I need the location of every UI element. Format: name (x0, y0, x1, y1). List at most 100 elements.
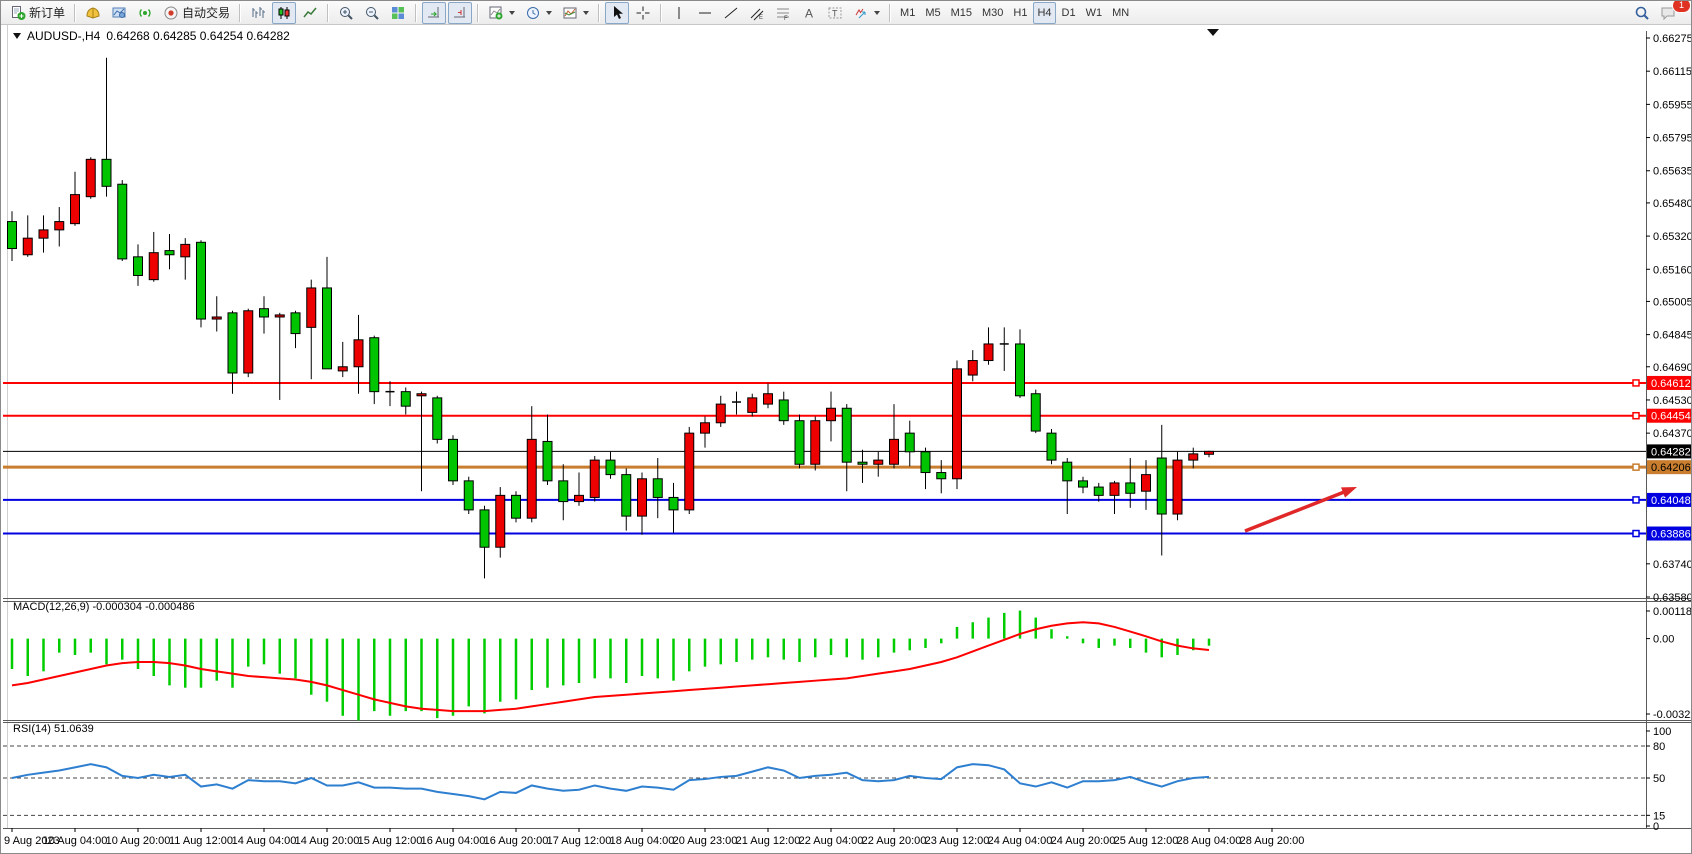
signals-button[interactable] (133, 2, 157, 24)
time-axis-label[interactable]: 10 Aug 20:00 (106, 835, 171, 847)
time-axis-label[interactable]: 15 Aug 12:00 (358, 835, 423, 847)
price-axis-label: 0.65320 (1653, 231, 1692, 243)
time-axis-label[interactable]: 14 Aug 04:00 (232, 835, 297, 847)
candle-body (937, 473, 946, 479)
indicators-button[interactable] (484, 2, 519, 24)
channel-icon: E (749, 5, 765, 21)
toolbar-group: 新订单 (5, 2, 70, 24)
line-chart-button[interactable] (298, 2, 322, 24)
candle-body (653, 479, 662, 498)
price-badge-label: 0.64454 (1651, 411, 1691, 423)
candle-body (795, 421, 804, 465)
horizontal-line-button[interactable] (693, 2, 717, 24)
svg-text:F: F (784, 16, 788, 21)
candle-body (165, 251, 174, 255)
auto-scroll-button[interactable] (422, 2, 446, 24)
rsi-axis-label: 0 (1653, 821, 1659, 833)
time-axis-label[interactable]: 22 Aug 04:00 (799, 835, 864, 847)
candle-body (1063, 462, 1072, 481)
text-icon: A (801, 5, 817, 21)
cursor-button[interactable] (605, 2, 629, 24)
candlestick-chart-button[interactable] (272, 2, 296, 24)
time-axis-label[interactable]: 18 Aug 04:00 (610, 835, 675, 847)
profiles-button[interactable] (107, 2, 131, 24)
macd-axis-label: 0.001181 (1653, 606, 1692, 618)
timeframe-m5[interactable]: M5 (921, 2, 944, 24)
toolbar-group: E F AT (666, 2, 885, 24)
time-axis-label[interactable]: 10 Aug 04:00 (43, 835, 108, 847)
vline-icon (671, 5, 687, 21)
toolbar-separator (660, 4, 662, 22)
candle-body (1094, 487, 1103, 495)
chart-dropdown-icon[interactable] (13, 33, 21, 39)
candle-body (181, 244, 190, 256)
chevron-down-icon (874, 11, 880, 15)
time-axis-label[interactable]: 24 Aug 20:00 (1051, 835, 1116, 847)
candle-body (968, 361, 977, 376)
candle-body (39, 230, 48, 238)
chart-shift-button[interactable] (448, 2, 472, 24)
time-axis-label[interactable]: 11 Aug 12:00 (169, 835, 233, 847)
timeframe-m30[interactable]: M30 (978, 2, 1007, 24)
timeframe-d1[interactable]: D1 (1058, 2, 1080, 24)
autotrading-button[interactable]: 自动交易 (159, 2, 234, 24)
timeframe-mn[interactable]: MN (1108, 2, 1133, 24)
text-button[interactable]: A (797, 2, 821, 24)
timeframe-h4[interactable]: H4 (1033, 2, 1055, 24)
new-order-button[interactable]: 新订单 (6, 2, 69, 24)
bar-chart-button[interactable] (246, 2, 270, 24)
line-handle[interactable] (1633, 380, 1639, 386)
timeframe-m1[interactable]: M1 (896, 2, 919, 24)
templates-button[interactable] (558, 2, 593, 24)
time-axis-label[interactable]: 16 Aug 04:00 (421, 835, 486, 847)
bars-chart-icon (250, 5, 266, 21)
candle-body (118, 184, 127, 259)
signals-icon (137, 5, 153, 21)
fibonacci-button[interactable]: F (771, 2, 795, 24)
time-axis-label[interactable]: 17 Aug 12:00 (547, 835, 612, 847)
zoom-in-button[interactable] (334, 2, 358, 24)
trendline-button[interactable] (719, 2, 743, 24)
line-handle[interactable] (1633, 464, 1639, 470)
time-axis-label[interactable]: 23 Aug 12:00 (925, 835, 990, 847)
time-axis-label[interactable]: 16 Aug 20:00 (484, 835, 549, 847)
arrows-button[interactable] (849, 2, 884, 24)
periods-button[interactable] (521, 2, 556, 24)
time-axis-label[interactable]: 14 Aug 20:00 (295, 835, 360, 847)
text-label-button[interactable]: T (823, 2, 847, 24)
candle-body (323, 288, 332, 369)
search-button[interactable] (1630, 2, 1654, 24)
chevron-down-icon (509, 11, 515, 15)
candle-body (496, 495, 505, 547)
crosshair-button[interactable] (631, 2, 655, 24)
price-axis-label: 0.65955 (1653, 99, 1692, 111)
candle-body (260, 309, 269, 317)
candle-body (716, 404, 725, 423)
channel-button[interactable]: E (745, 2, 769, 24)
toolbar-separator (477, 4, 479, 22)
vertical-line-button[interactable] (667, 2, 691, 24)
line-handle[interactable] (1633, 531, 1639, 537)
timeframe-h1[interactable]: H1 (1009, 2, 1031, 24)
rsi-axis-label: 80 (1653, 741, 1665, 753)
history-center-button[interactable] (81, 2, 105, 24)
price-axis-label: 0.65635 (1653, 166, 1692, 178)
time-axis-label[interactable]: 28 Aug 20:00 (1240, 835, 1305, 847)
profiles-icon (111, 5, 127, 21)
time-axis-label[interactable]: 28 Aug 04:00 (1177, 835, 1242, 847)
line-handle[interactable] (1633, 413, 1639, 419)
time-axis-label[interactable]: 22 Aug 20:00 (862, 835, 927, 847)
time-axis-label[interactable]: 24 Aug 04:00 (988, 835, 1053, 847)
time-axis-label[interactable]: 20 Aug 23:00 (673, 835, 738, 847)
tile-windows-button[interactable] (386, 2, 410, 24)
timeframe-w1[interactable]: W1 (1082, 2, 1107, 24)
zoom-out-button[interactable] (360, 2, 384, 24)
chart-canvas[interactable]: 0.662750.661150.659550.657950.656350.654… (1, 25, 1692, 854)
time-axis-label[interactable]: 25 Aug 12:00 (1114, 835, 1179, 847)
line-handle[interactable] (1633, 497, 1639, 503)
toolbar-group (245, 2, 323, 24)
chevron-down-icon (583, 11, 589, 15)
candle-body (338, 367, 347, 371)
timeframe-m15[interactable]: M15 (947, 2, 976, 24)
time-axis-label[interactable]: 21 Aug 12:00 (736, 835, 801, 847)
